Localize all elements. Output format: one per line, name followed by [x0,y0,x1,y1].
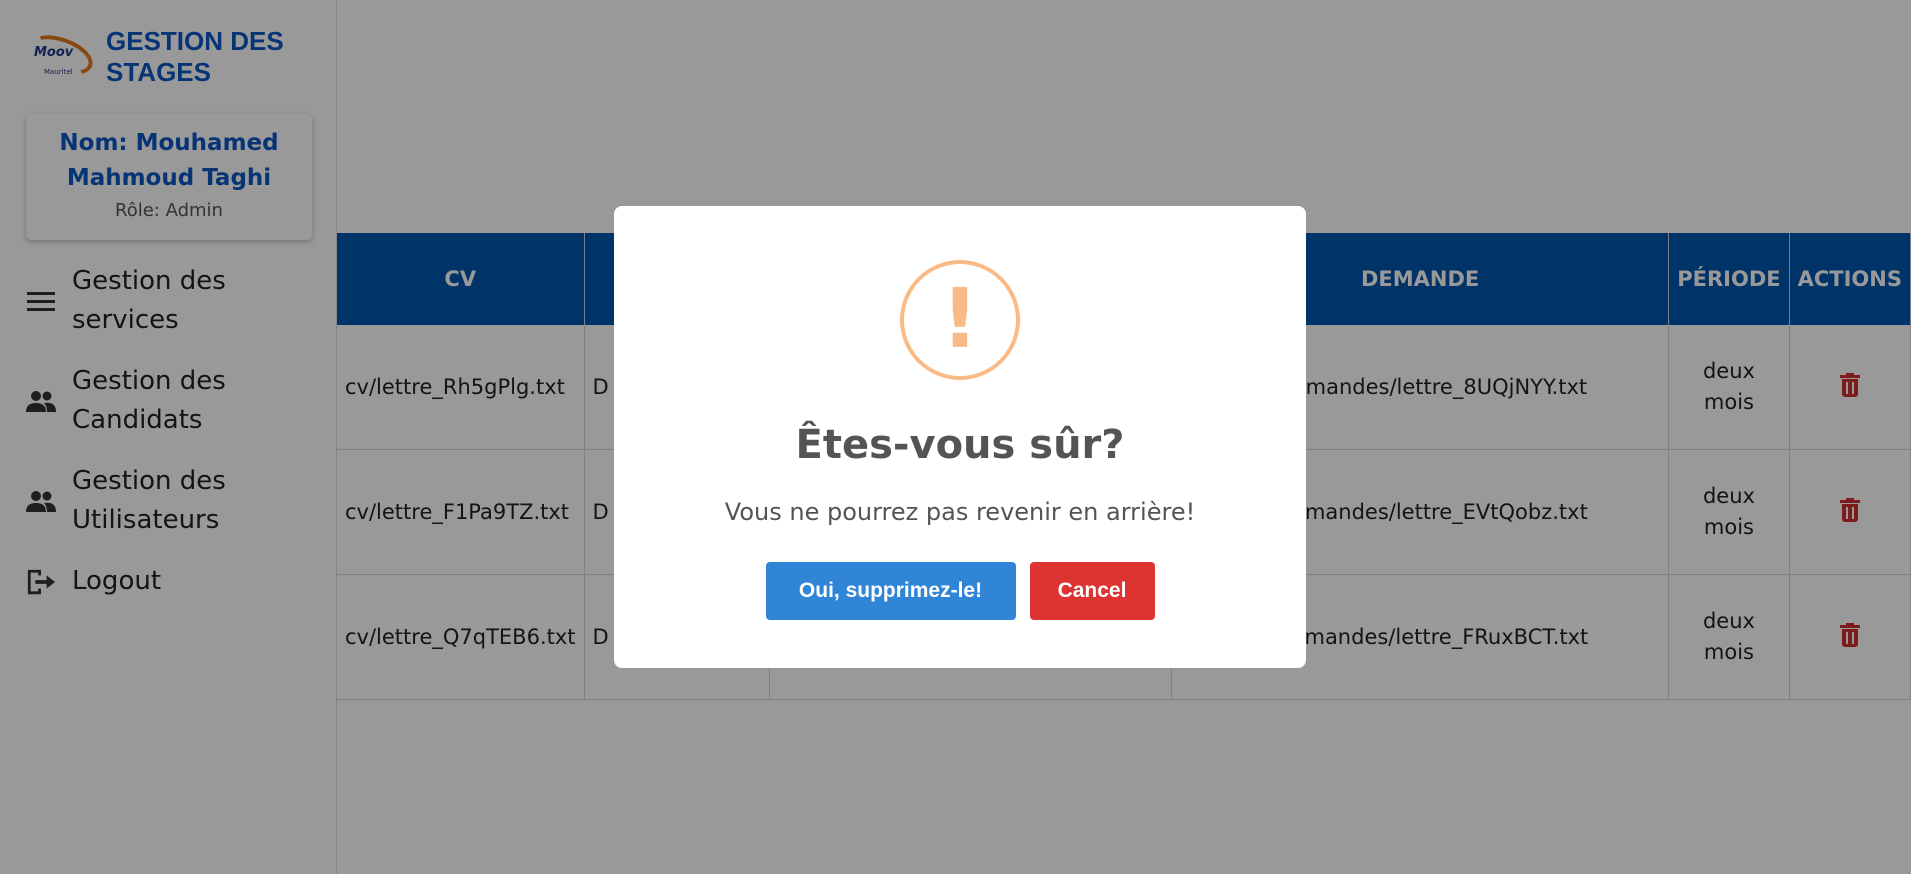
dialog-actions: Oui, supprimez-le! Cancel [614,562,1306,620]
confirm-delete-dialog: ! Êtes-vous sûr? Vous ne pourrez pas rev… [614,206,1306,668]
warning-icon: ! [900,260,1020,380]
dialog-message: Vous ne pourrez pas revenir en arrière! [724,498,1196,526]
dialog-title: Êtes-vous sûr? [795,422,1125,468]
confirm-delete-button[interactable]: Oui, supprimez-le! [765,562,1016,620]
cancel-button[interactable]: Cancel [1029,562,1155,620]
